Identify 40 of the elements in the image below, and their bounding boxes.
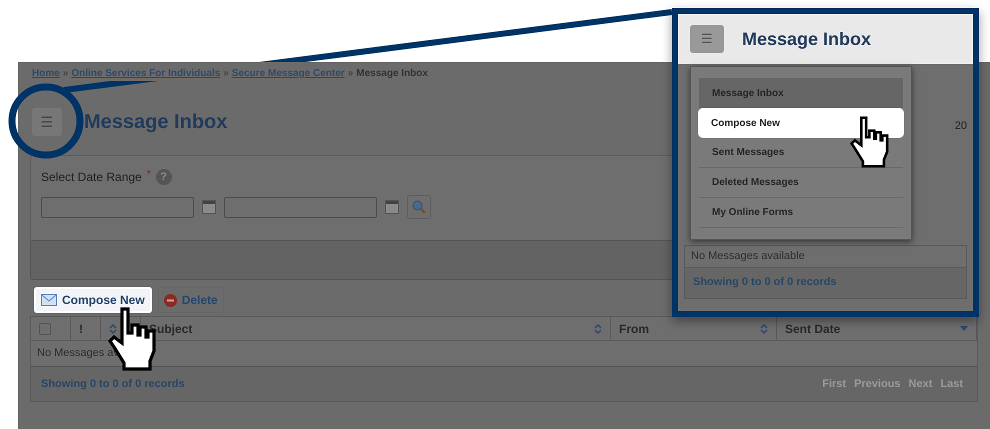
page-title: Message Inbox (84, 110, 228, 135)
record-count: Showing 0 to 0 of 0 records (693, 275, 837, 290)
menu-item[interactable]: Deleted Messages (699, 168, 903, 198)
empty-message: No Messages available (691, 248, 805, 264)
record-count: Showing 0 to 0 of 0 records (41, 376, 185, 392)
column-header[interactable]: From (619, 320, 649, 338)
sort-icon[interactable] (760, 322, 768, 334)
minus-circle-icon (164, 294, 177, 306)
search-button[interactable] (407, 195, 431, 219)
compose-button[interactable]: Compose New (34, 287, 152, 313)
date-field[interactable] (41, 196, 194, 218)
breadcrumb-separator: » (223, 67, 229, 81)
calendar-icon[interactable] (385, 200, 399, 214)
breadcrumb-separator: » (62, 67, 68, 81)
select-all-checkbox[interactable] (39, 322, 51, 334)
sort-down-icon[interactable] (960, 326, 968, 332)
help-icon[interactable]: ? (156, 169, 172, 185)
page-title: Message Inbox (742, 28, 872, 51)
menu-item[interactable]: My Online Forms (699, 198, 903, 228)
date-field[interactable] (224, 196, 377, 218)
menu-item[interactable]: Compose New (698, 108, 904, 138)
envelope-icon (41, 294, 57, 306)
breadcrumb-link[interactable]: Secure Message Center (232, 66, 345, 81)
search-icon (412, 200, 426, 214)
delete-button[interactable]: Delete (158, 287, 224, 313)
field-value: 20 (954, 119, 967, 134)
sort-icon[interactable] (594, 322, 602, 334)
menu-item[interactable]: Message Inbox (699, 78, 903, 108)
menu-button[interactable]: ☰ (32, 108, 62, 136)
breadcrumb-link[interactable]: Home (32, 66, 60, 81)
menu-button[interactable]: ☰ (690, 25, 724, 53)
breadcrumb-link[interactable]: Online Services For Individuals (71, 66, 220, 81)
breadcrumb-current: Message Inbox (356, 67, 428, 81)
breadcrumb-separator: » (348, 67, 354, 81)
calendar-icon[interactable] (202, 200, 216, 214)
sort-icon[interactable] (109, 322, 117, 334)
column-header[interactable]: Sent Date (785, 320, 840, 338)
field-label: Select Date Range (41, 169, 142, 186)
required-mark: * (146, 168, 151, 182)
column-header[interactable]: ! (79, 320, 83, 338)
